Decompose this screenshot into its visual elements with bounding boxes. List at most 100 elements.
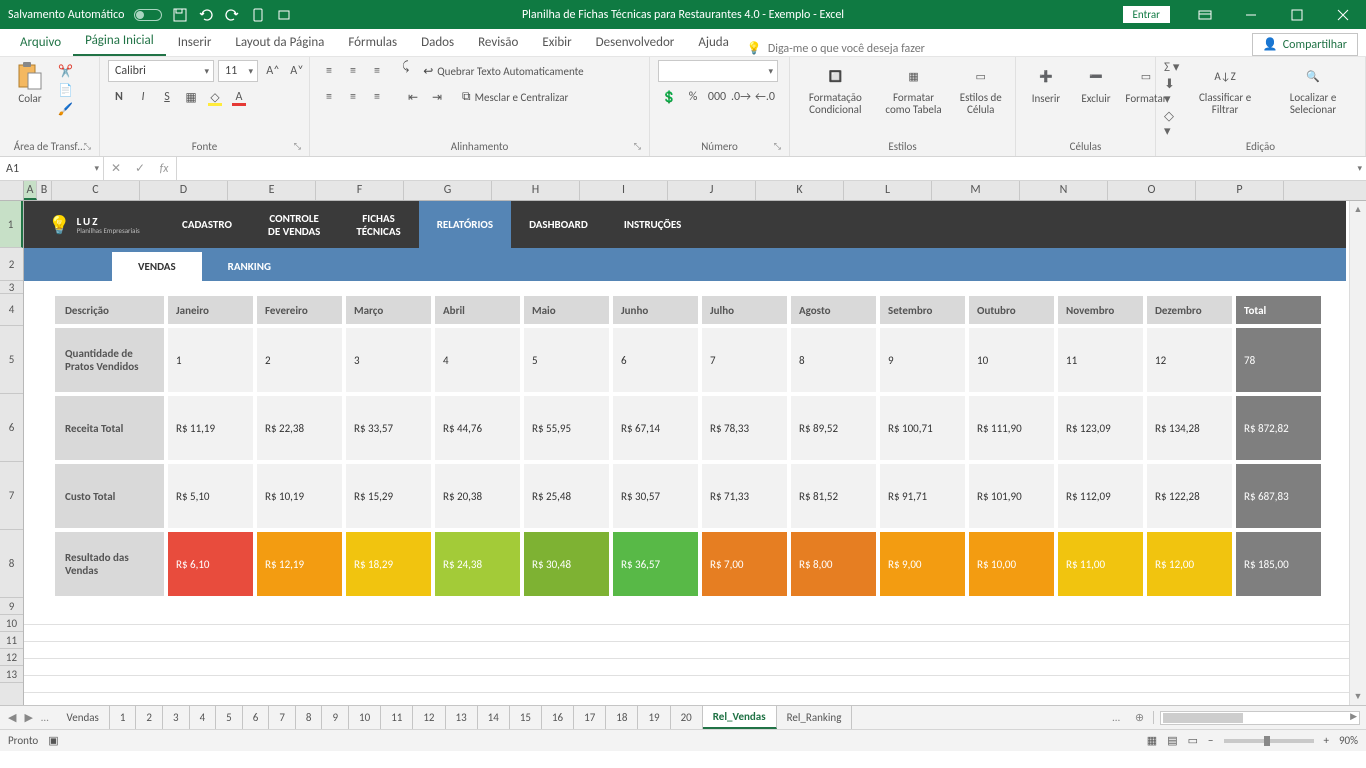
italic-button[interactable]: I	[132, 86, 154, 108]
row-header[interactable]: 5	[0, 326, 23, 394]
table-cell[interactable]: R$ 25,48	[522, 462, 611, 530]
touch-icon[interactable]	[250, 7, 266, 23]
sheet-tab[interactable]: 5	[216, 706, 243, 729]
insert-cells-button[interactable]: ➕Inserir	[1024, 60, 1068, 107]
table-cell[interactable]: R$ 122,28	[1145, 462, 1234, 530]
table-cell[interactable]: R$ 12,19	[255, 530, 344, 598]
comma-icon[interactable]: 000	[706, 86, 728, 108]
table-cell[interactable]: R$ 10,00	[967, 530, 1056, 598]
underline-button[interactable]: S	[156, 86, 178, 108]
column-header[interactable]: K	[756, 181, 844, 200]
sheet-tab[interactable]: 8	[296, 706, 323, 729]
row-header[interactable]: 10	[0, 615, 23, 632]
sheet-nav-first-icon[interactable]: ◀	[6, 711, 18, 724]
sheet-tab[interactable]: 7	[269, 706, 296, 729]
column-header[interactable]: F	[316, 181, 404, 200]
view-normal-icon[interactable]: ▦	[1147, 734, 1157, 747]
appnav-item[interactable]: RELATÓRIOS	[419, 201, 511, 248]
table-cell[interactable]: R$ 78,33	[700, 394, 789, 462]
sheet-tab[interactable]: 18	[606, 706, 638, 729]
table-cell[interactable]: R$ 71,33	[700, 462, 789, 530]
percent-icon[interactable]: %	[682, 86, 704, 108]
number-format-select[interactable]	[658, 60, 778, 82]
table-cell[interactable]: R$ 8,00	[789, 530, 878, 598]
sheet-tab[interactable]: Vendas	[57, 706, 110, 729]
sheet-tab[interactable]: 19	[638, 706, 670, 729]
ribbon-mode-icon[interactable]	[1182, 0, 1228, 29]
align-right-icon[interactable]: ≡	[366, 86, 388, 108]
column-header[interactable]: B	[37, 181, 52, 200]
column-header[interactable]: H	[492, 181, 580, 200]
fill-icon[interactable]: ⬇ ▾	[1164, 77, 1181, 107]
scroll-up-icon[interactable]: ▲	[1350, 201, 1366, 218]
row-header[interactable]: 2	[0, 248, 23, 281]
minimize-icon[interactable]	[1228, 0, 1274, 29]
column-header[interactable]: J	[668, 181, 756, 200]
column-header[interactable]: D	[140, 181, 228, 200]
table-cell[interactable]: R$ 5,10	[166, 462, 255, 530]
appnav-item[interactable]: DASHBOARD	[511, 201, 606, 248]
menu-data[interactable]: Dados	[409, 29, 466, 56]
cancel-formula-icon[interactable]: ✕	[104, 161, 128, 176]
sheet-tab[interactable]: 16	[542, 706, 574, 729]
hscroll-right-icon[interactable]: ▶	[1350, 711, 1357, 722]
column-header[interactable]: P	[1196, 181, 1284, 200]
macro-record-icon[interactable]: ▣	[48, 734, 58, 747]
table-cell[interactable]: 2	[255, 326, 344, 394]
table-cell[interactable]: R$ 36,57	[611, 530, 700, 598]
format-table-button[interactable]: ▦Formatar como Tabela	[879, 60, 949, 118]
column-header[interactable]: G	[404, 181, 492, 200]
row-header[interactable]: 6	[0, 394, 23, 462]
font-color-icon[interactable]: A	[228, 86, 250, 108]
select-all-corner[interactable]	[0, 181, 24, 200]
zoom-value[interactable]: 90%	[1339, 734, 1358, 747]
autosum-icon[interactable]: Σ ▾	[1164, 60, 1181, 75]
sheet-tab[interactable]: 15	[510, 706, 542, 729]
menu-home[interactable]: Página Inicial	[73, 27, 166, 56]
font-name-select[interactable]: Calibri	[108, 60, 214, 82]
table-cell[interactable]: 5	[522, 326, 611, 394]
view-pagebreak-icon[interactable]: ▭	[1188, 734, 1198, 747]
close-icon[interactable]	[1320, 0, 1366, 29]
decrease-indent-icon[interactable]: ⇤	[402, 86, 424, 108]
align-middle-icon[interactable]: ≡	[342, 60, 364, 82]
font-size-select[interactable]: 11	[218, 60, 258, 82]
table-cell[interactable]: R$ 12,00	[1145, 530, 1234, 598]
table-cell[interactable]: R$ 111,90	[967, 394, 1056, 462]
horizontal-scrollbar[interactable]: ◀ ▶	[1160, 711, 1360, 725]
wrap-text-button[interactable]: ↩Quebrar Texto Automaticamente	[423, 60, 583, 82]
table-cell[interactable]: R$ 11,00	[1056, 530, 1145, 598]
column-header[interactable]: C	[52, 181, 140, 200]
tell-me[interactable]: 💡 Diga-me o que você deseja fazer	[747, 41, 925, 56]
bold-button[interactable]: N	[108, 86, 130, 108]
share-button[interactable]: 👤 Compartilhar	[1252, 33, 1358, 56]
table-cell[interactable]: R$ 24,38	[433, 530, 522, 598]
menu-view[interactable]: Exibir	[530, 29, 583, 56]
subtab-item[interactable]: RANKING	[202, 252, 297, 281]
sheet-tab[interactable]: Rel_Ranking	[777, 706, 853, 729]
paste-button[interactable]: Colar	[8, 60, 52, 107]
sheet-tab[interactable]: 6	[243, 706, 270, 729]
sheet-nav-prev-icon[interactable]: ▶	[22, 711, 34, 724]
sheet-tab[interactable]: 2	[136, 706, 163, 729]
menu-developer[interactable]: Desenvolvedor	[584, 29, 687, 56]
accept-formula-icon[interactable]: ✓	[128, 161, 152, 176]
table-cell[interactable]: 7	[700, 326, 789, 394]
table-cell[interactable]: R$ 91,71	[878, 462, 967, 530]
table-cell[interactable]: R$ 112,09	[1056, 462, 1145, 530]
delete-cells-button[interactable]: ➖Excluir	[1074, 60, 1118, 107]
sheet-tab[interactable]: 3	[163, 706, 190, 729]
table-cell[interactable]: R$ 44,76	[433, 394, 522, 462]
align-center-icon[interactable]: ≡	[342, 86, 364, 108]
column-header[interactable]: L	[844, 181, 932, 200]
grid[interactable]: 12345678910111213 💡 LUZ Planilhas Empres…	[0, 201, 1366, 705]
column-header[interactable]: N	[1020, 181, 1108, 200]
table-cell[interactable]: R$ 18,29	[344, 530, 433, 598]
column-header[interactable]: A	[24, 181, 37, 200]
menu-formulas[interactable]: Fórmulas	[336, 29, 409, 56]
conditional-format-button[interactable]: 🔲Formatação Condicional	[798, 60, 873, 118]
table-cell[interactable]: R$ 67,14	[611, 394, 700, 462]
zoom-slider[interactable]	[1224, 739, 1314, 743]
sheet-tab[interactable]: 1	[110, 706, 137, 729]
row-header[interactable]: 4	[0, 294, 23, 326]
